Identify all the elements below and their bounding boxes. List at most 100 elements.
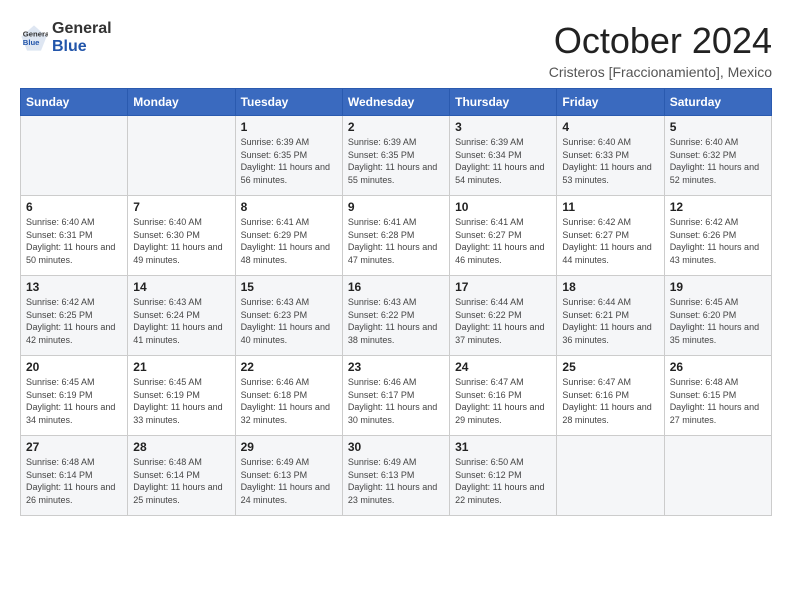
calendar-cell: 25Sunrise: 6:47 AMSunset: 6:16 PMDayligh…	[557, 356, 664, 436]
calendar-cell	[21, 116, 128, 196]
day-detail: Sunrise: 6:44 AMSunset: 6:22 PMDaylight:…	[455, 296, 551, 346]
day-detail: Sunrise: 6:39 AMSunset: 6:35 PMDaylight:…	[241, 136, 337, 186]
calendar-cell: 19 Sunrise: 6:45 AMSunset: 6:20 PMDayligh…	[664, 276, 771, 356]
svg-text:Blue: Blue	[23, 38, 40, 47]
calendar-cell: 4 Sunrise: 6:40 AMSunset: 6:33 PMDaylight…	[557, 116, 664, 196]
calendar-table: SundayMondayTuesdayWednesdayThursdayFrid…	[20, 88, 772, 516]
week-row-4: 20 Sunrise: 6:45 AMSunset: 6:19 PMDayligh…	[21, 356, 772, 436]
day-number: 31	[455, 440, 551, 454]
day-number: 8	[241, 200, 337, 214]
calendar-cell: 3 Sunrise: 6:39 AMSunset: 6:34 PMDaylight…	[450, 116, 557, 196]
day-detail: Sunrise: 6:45 AMSunset: 6:19 PMDaylight:…	[133, 376, 229, 426]
day-number: 12	[670, 200, 766, 214]
day-number: 30	[348, 440, 444, 454]
week-row-1: 1Sunrise: 6:39 AMSunset: 6:35 PMDaylight…	[21, 116, 772, 196]
calendar-cell: 21 Sunrise: 6:45 AMSunset: 6:19 PMDayligh…	[128, 356, 235, 436]
calendar-cell: 31 Sunrise: 6:50 AMSunset: 6:12 PMDayligh…	[450, 436, 557, 516]
day-number: 20	[26, 360, 122, 374]
logo-icon: General Blue	[20, 24, 48, 52]
day-detail: Sunrise: 6:40 AMSunset: 6:30 PMDaylight:…	[133, 216, 229, 266]
day-number: 21	[133, 360, 229, 374]
day-number: 18	[562, 280, 658, 294]
weekday-header-friday: Friday	[557, 89, 664, 116]
weekday-header-saturday: Saturday	[664, 89, 771, 116]
day-detail: Sunrise: 6:44 AMSunset: 6:21 PMDaylight:…	[562, 296, 658, 346]
day-number: 3	[455, 120, 551, 134]
calendar-cell: 30 Sunrise: 6:49 AMSunset: 6:13 PMDayligh…	[342, 436, 449, 516]
day-number: 13	[26, 280, 122, 294]
svg-text:General: General	[23, 29, 48, 38]
day-detail: Sunrise: 6:47 AMSunset: 6:16 PMDaylight:…	[562, 376, 658, 426]
weekday-header-tuesday: Tuesday	[235, 89, 342, 116]
day-number: 11	[562, 200, 658, 214]
day-detail: Sunrise: 6:40 AMSunset: 6:31 PMDaylight:…	[26, 216, 122, 266]
day-number: 10	[455, 200, 551, 214]
day-number: 24	[455, 360, 551, 374]
day-number: 17	[455, 280, 551, 294]
weekday-header-thursday: Thursday	[450, 89, 557, 116]
calendar-cell: 17 Sunrise: 6:44 AMSunset: 6:22 PMDayligh…	[450, 276, 557, 356]
calendar-cell: 22Sunrise: 6:46 AMSunset: 6:18 PMDayligh…	[235, 356, 342, 436]
weekday-header-sunday: Sunday	[21, 89, 128, 116]
weekday-header-wednesday: Wednesday	[342, 89, 449, 116]
day-detail: Sunrise: 6:39 AMSunset: 6:34 PMDaylight:…	[455, 136, 551, 186]
day-detail: Sunrise: 6:47 AMSunset: 6:16 PMDaylight:…	[455, 376, 551, 426]
day-number: 23	[348, 360, 444, 374]
calendar-cell: 16Sunrise: 6:43 AMSunset: 6:22 PMDayligh…	[342, 276, 449, 356]
day-detail: Sunrise: 6:42 AMSunset: 6:27 PMDaylight:…	[562, 216, 658, 266]
day-number: 7	[133, 200, 229, 214]
day-detail: Sunrise: 6:43 AMSunset: 6:23 PMDaylight:…	[241, 296, 337, 346]
logo: General Blue General Blue	[20, 20, 112, 55]
day-detail: Sunrise: 6:48 AMSunset: 6:14 PMDaylight:…	[26, 456, 122, 506]
day-detail: Sunrise: 6:40 AMSunset: 6:32 PMDaylight:…	[670, 136, 766, 186]
day-number: 5	[670, 120, 766, 134]
calendar-cell	[557, 436, 664, 516]
day-number: 14	[133, 280, 229, 294]
day-detail: Sunrise: 6:39 AMSunset: 6:35 PMDaylight:…	[348, 136, 444, 186]
day-detail: Sunrise: 6:42 AMSunset: 6:26 PMDaylight:…	[670, 216, 766, 266]
day-number: 27	[26, 440, 122, 454]
calendar-cell: 5 Sunrise: 6:40 AMSunset: 6:32 PMDaylight…	[664, 116, 771, 196]
day-number: 4	[562, 120, 658, 134]
day-number: 9	[348, 200, 444, 214]
day-detail: Sunrise: 6:41 AMSunset: 6:27 PMDaylight:…	[455, 216, 551, 266]
day-detail: Sunrise: 6:48 AMSunset: 6:14 PMDaylight:…	[133, 456, 229, 506]
day-number: 26	[670, 360, 766, 374]
calendar-cell: 11 Sunrise: 6:42 AMSunset: 6:27 PMDayligh…	[557, 196, 664, 276]
calendar-cell: 6Sunrise: 6:40 AMSunset: 6:31 PMDaylight…	[21, 196, 128, 276]
week-row-3: 13 Sunrise: 6:42 AMSunset: 6:25 PMDayligh…	[21, 276, 772, 356]
calendar-cell: 7 Sunrise: 6:40 AMSunset: 6:30 PMDaylight…	[128, 196, 235, 276]
day-detail: Sunrise: 6:45 AMSunset: 6:19 PMDaylight:…	[26, 376, 122, 426]
day-detail: Sunrise: 6:40 AMSunset: 6:33 PMDaylight:…	[562, 136, 658, 186]
day-detail: Sunrise: 6:49 AMSunset: 6:13 PMDaylight:…	[348, 456, 444, 506]
weekday-header-row: SundayMondayTuesdayWednesdayThursdayFrid…	[21, 89, 772, 116]
day-detail: Sunrise: 6:42 AMSunset: 6:25 PMDaylight:…	[26, 296, 122, 346]
calendar-cell: 15Sunrise: 6:43 AMSunset: 6:23 PMDayligh…	[235, 276, 342, 356]
calendar-cell: 18 Sunrise: 6:44 AMSunset: 6:21 PMDayligh…	[557, 276, 664, 356]
logo-text: General Blue	[52, 20, 112, 55]
day-detail: Sunrise: 6:45 AMSunset: 6:20 PMDaylight:…	[670, 296, 766, 346]
day-detail: Sunrise: 6:49 AMSunset: 6:13 PMDaylight:…	[241, 456, 337, 506]
calendar-cell: 14 Sunrise: 6:43 AMSunset: 6:24 PMDayligh…	[128, 276, 235, 356]
location: Cristeros [Fraccionamiento], Mexico	[549, 64, 772, 80]
calendar-cell: 8Sunrise: 6:41 AMSunset: 6:29 PMDaylight…	[235, 196, 342, 276]
calendar-cell	[128, 116, 235, 196]
day-number: 19	[670, 280, 766, 294]
calendar-cell: 2Sunrise: 6:39 AMSunset: 6:35 PMDaylight…	[342, 116, 449, 196]
calendar-cell: 26 Sunrise: 6:48 AMSunset: 6:15 PMDayligh…	[664, 356, 771, 436]
calendar-cell: 9 Sunrise: 6:41 AMSunset: 6:28 PMDaylight…	[342, 196, 449, 276]
calendar-cell: 20 Sunrise: 6:45 AMSunset: 6:19 PMDayligh…	[21, 356, 128, 436]
day-detail: Sunrise: 6:43 AMSunset: 6:24 PMDaylight:…	[133, 296, 229, 346]
day-number: 28	[133, 440, 229, 454]
day-detail: Sunrise: 6:50 AMSunset: 6:12 PMDaylight:…	[455, 456, 551, 506]
day-detail: Sunrise: 6:41 AMSunset: 6:28 PMDaylight:…	[348, 216, 444, 266]
title-block: October 2024 Cristeros [Fraccionamiento]…	[549, 20, 772, 80]
calendar-cell: 24 Sunrise: 6:47 AMSunset: 6:16 PMDayligh…	[450, 356, 557, 436]
day-detail: Sunrise: 6:48 AMSunset: 6:15 PMDaylight:…	[670, 376, 766, 426]
day-detail: Sunrise: 6:46 AMSunset: 6:18 PMDaylight:…	[241, 376, 337, 426]
weekday-header-monday: Monday	[128, 89, 235, 116]
day-number: 29	[241, 440, 337, 454]
calendar-cell: 12 Sunrise: 6:42 AMSunset: 6:26 PMDayligh…	[664, 196, 771, 276]
page-header: General Blue General Blue October 2024 C…	[20, 20, 772, 80]
week-row-2: 6Sunrise: 6:40 AMSunset: 6:31 PMDaylight…	[21, 196, 772, 276]
